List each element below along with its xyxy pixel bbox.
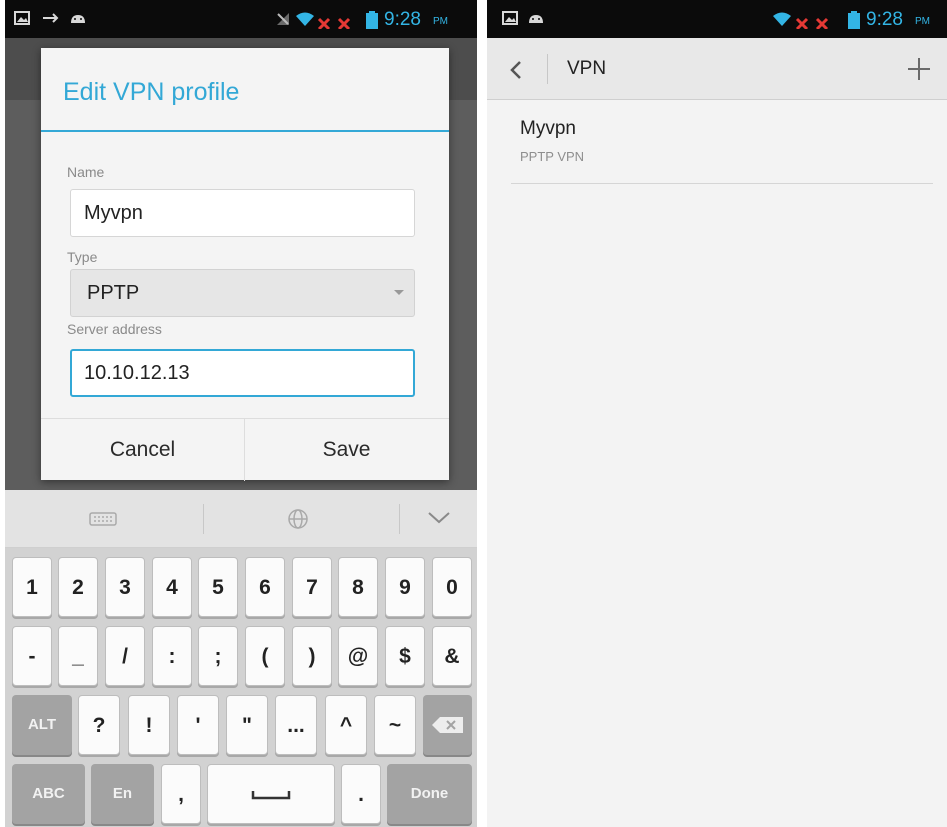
title-divider <box>41 130 449 132</box>
add-icon[interactable] <box>905 55 933 83</box>
key-ampersand[interactable]: & <box>432 626 472 686</box>
vpn-name: Myvpn <box>520 118 576 139</box>
chevron-down-icon[interactable] <box>426 507 452 527</box>
key-tilde[interactable]: ~ <box>374 695 416 755</box>
space-key[interactable] <box>207 764 335 824</box>
vpn-type: PPTP VPN <box>520 149 585 164</box>
status-time: 9:28 <box>866 9 903 30</box>
cancel-button[interactable]: Cancel <box>41 419 244 481</box>
screenshot-icon <box>502 11 518 25</box>
dialog-button-bar: Cancel Save <box>41 418 449 481</box>
battery-icon <box>366 11 378 29</box>
toolbar-separator <box>203 504 204 534</box>
save-button[interactable]: Save <box>245 419 448 481</box>
key-ellipsis[interactable]: ... <box>275 695 317 755</box>
key-hyphen[interactable]: - <box>12 626 52 686</box>
keyboard-settings-icon[interactable] <box>88 507 118 529</box>
alt-key[interactable]: ALT <box>12 695 72 755</box>
key-at[interactable]: @ <box>338 626 378 686</box>
server-address-label: Server address <box>67 321 162 337</box>
key-quote[interactable]: " <box>226 695 268 755</box>
name-field[interactable]: Myvpn <box>70 189 415 237</box>
keyboard: 1 2 3 4 5 6 7 8 9 0 - _ / : ; ( ) @ $ & … <box>5 548 477 827</box>
dropdown-arrow-icon <box>394 290 404 295</box>
battery-icon <box>848 11 860 29</box>
key-6[interactable]: 6 <box>245 557 285 617</box>
key-slash[interactable]: / <box>105 626 145 686</box>
abc-key[interactable]: ABC <box>12 764 85 824</box>
status-bar: 9:28 PM <box>5 0 477 38</box>
space-bar-icon <box>251 791 291 800</box>
action-bar-divider <box>547 54 548 84</box>
type-label: Type <box>67 249 98 265</box>
dialog-title: Edit VPN profile <box>63 78 240 106</box>
right-phone-screen: 9:28 PM VPN Myvpn PPTP VPN <box>487 0 947 827</box>
edit-vpn-dialog: Edit VPN profile Name Myvpn Type PPTP Se… <box>41 48 449 481</box>
vpn-list-item[interactable]: Myvpn PPTP VPN <box>511 116 933 184</box>
usb-icon <box>43 13 59 23</box>
key-apostrophe[interactable]: ' <box>177 695 219 755</box>
back-arrow-icon[interactable] <box>509 60 523 80</box>
language-key[interactable]: En <box>91 764 154 824</box>
key-caret[interactable]: ^ <box>325 695 367 755</box>
key-period[interactable]: . <box>341 764 381 824</box>
no-signal-icon <box>277 13 289 25</box>
backspace-icon <box>431 717 463 733</box>
screenshot-icon <box>14 11 30 25</box>
server-address-field[interactable]: 10.10.12.13 <box>70 349 415 397</box>
key-semicolon[interactable]: ; <box>198 626 238 686</box>
sim2-error-icon <box>815 17 829 29</box>
key-5[interactable]: 5 <box>198 557 238 617</box>
sim2-error-icon <box>337 17 351 29</box>
status-bar: 9:28 PM <box>487 0 947 38</box>
key-2[interactable]: 2 <box>58 557 98 617</box>
page-title: VPN <box>567 58 607 79</box>
key-3[interactable]: 3 <box>105 557 145 617</box>
key-open-paren[interactable]: ( <box>245 626 285 686</box>
key-0[interactable]: 0 <box>432 557 472 617</box>
key-9[interactable]: 9 <box>385 557 425 617</box>
done-key[interactable]: Done <box>387 764 472 824</box>
wifi-icon <box>296 12 314 26</box>
sim-error-icon <box>317 17 331 29</box>
wifi-icon <box>773 12 791 26</box>
sim-error-icon <box>795 17 809 29</box>
backspace-key[interactable] <box>423 695 472 755</box>
key-close-paren[interactable]: ) <box>292 626 332 686</box>
key-question[interactable]: ? <box>78 695 120 755</box>
type-spinner[interactable]: PPTP <box>70 269 415 317</box>
android-debug-icon <box>529 15 543 23</box>
globe-icon[interactable] <box>286 507 310 531</box>
key-4[interactable]: 4 <box>152 557 192 617</box>
left-phone-screen: 9:28 PM Edit VPN profile Name Myvpn Type… <box>5 0 477 827</box>
action-bar: VPN <box>487 38 947 100</box>
name-field-value: Myvpn <box>84 202 143 224</box>
status-ampm: PM <box>915 16 930 27</box>
toolbar-separator <box>399 504 400 534</box>
key-colon[interactable]: : <box>152 626 192 686</box>
key-1[interactable]: 1 <box>12 557 52 617</box>
key-7[interactable]: 7 <box>292 557 332 617</box>
server-address-value: 10.10.12.13 <box>84 362 190 384</box>
key-8[interactable]: 8 <box>338 557 378 617</box>
android-debug-icon <box>71 15 85 23</box>
keyboard-toolbar <box>5 490 477 548</box>
key-exclamation[interactable]: ! <box>128 695 170 755</box>
status-time: 9:28 <box>384 9 421 30</box>
type-spinner-value: PPTP <box>87 282 140 304</box>
status-ampm: PM <box>433 16 448 27</box>
name-label: Name <box>67 164 105 180</box>
key-comma[interactable]: , <box>161 764 201 824</box>
key-underscore[interactable]: _ <box>58 626 98 686</box>
key-dollar[interactable]: $ <box>385 626 425 686</box>
